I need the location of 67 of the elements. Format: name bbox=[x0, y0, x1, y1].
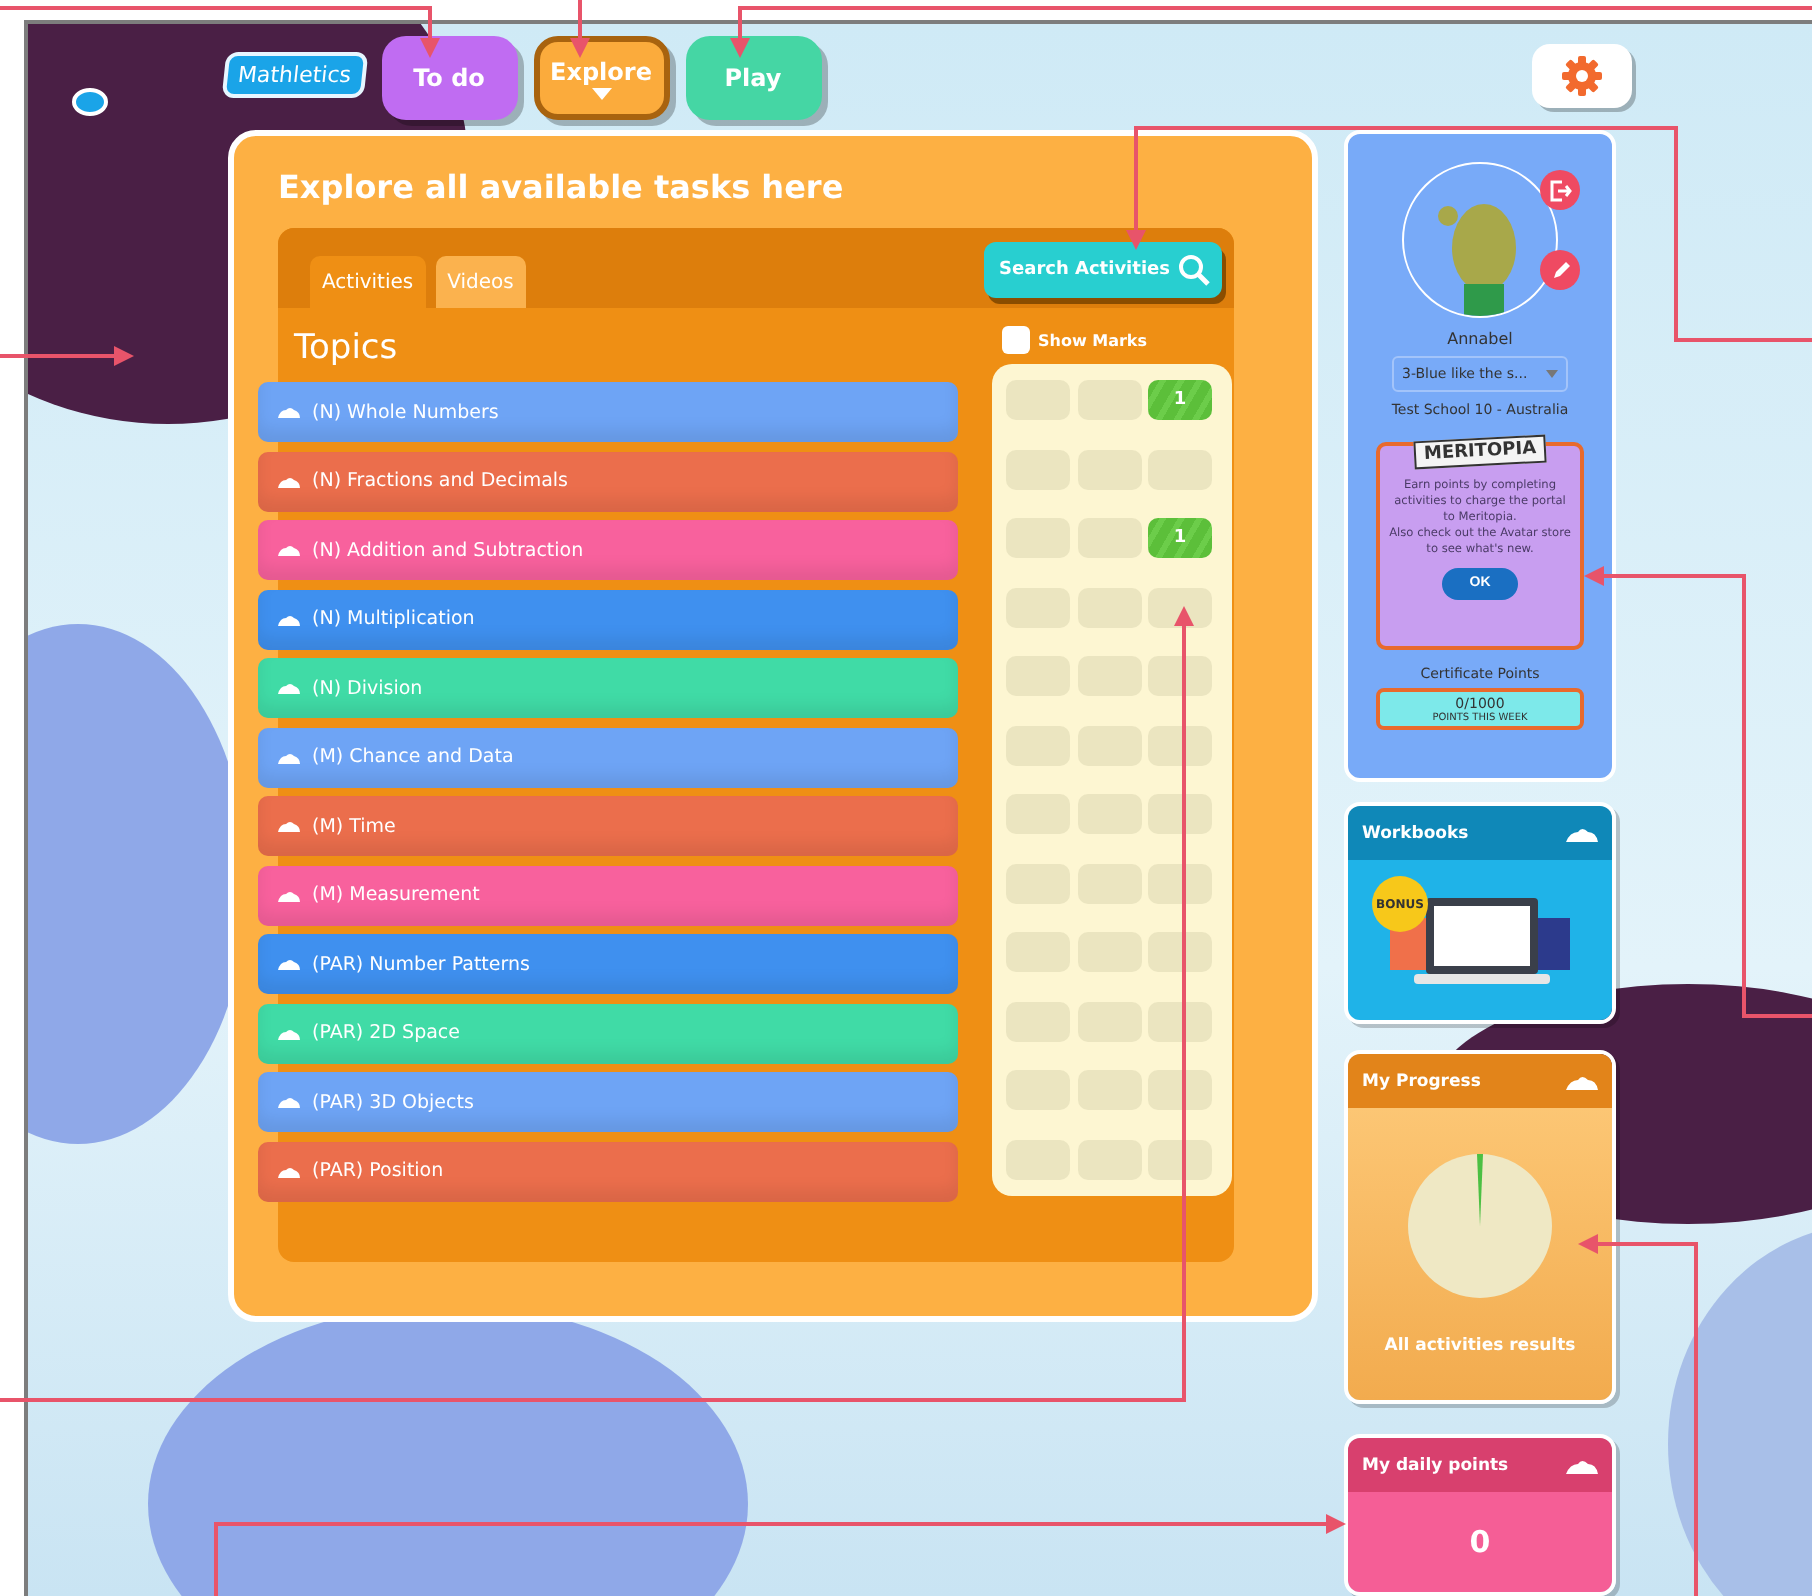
logout-button[interactable] bbox=[1540, 170, 1580, 210]
annotation-arrow bbox=[0, 346, 134, 366]
empty-mark[interactable] bbox=[1148, 932, 1212, 972]
cloud-icon bbox=[278, 1165, 300, 1177]
topic-row[interactable]: (N) Addition and Subtraction bbox=[258, 520, 958, 580]
widget-title: My Progress bbox=[1362, 1071, 1481, 1091]
collapse-icon[interactable] bbox=[1566, 1073, 1598, 1089]
nav-tab[interactable]: Play bbox=[685, 36, 821, 120]
topic-row[interactable]: (PAR) Number Patterns bbox=[258, 934, 958, 994]
completed-mark[interactable]: 1 bbox=[1148, 518, 1212, 558]
topic-row[interactable]: (PAR) 3D Objects bbox=[258, 1072, 958, 1132]
settings-button[interactable] bbox=[1532, 44, 1632, 108]
tab[interactable]: Videos bbox=[435, 256, 526, 308]
empty-mark[interactable] bbox=[1148, 794, 1212, 834]
cloud-icon bbox=[278, 1096, 300, 1108]
topic-row[interactable]: (N) Whole Numbers bbox=[258, 382, 958, 442]
cloud-icon bbox=[278, 820, 300, 832]
user-name: Annabel bbox=[1447, 330, 1513, 348]
nav-tab[interactable]: Explore bbox=[533, 36, 669, 120]
topics-heading: Topics bbox=[294, 328, 400, 368]
daily-points-value: 0 bbox=[1469, 1524, 1491, 1560]
search-activities-button[interactable]: Search Activities bbox=[983, 242, 1222, 298]
cloud-icon bbox=[278, 544, 300, 556]
logout-icon bbox=[1549, 179, 1571, 201]
tab[interactable]: Activities bbox=[310, 256, 426, 308]
cloud-icon bbox=[278, 958, 300, 970]
dropdown-icon bbox=[1546, 370, 1558, 378]
cloud-icon bbox=[278, 889, 300, 901]
caret-icon bbox=[591, 87, 611, 99]
checkbox-label: Show Marks bbox=[1038, 331, 1148, 349]
show-marks-checkbox[interactable] bbox=[1002, 326, 1030, 354]
empty-mark[interactable] bbox=[1148, 725, 1212, 765]
cloud-icon bbox=[278, 682, 300, 694]
topic-row[interactable]: (N) Division bbox=[258, 658, 958, 718]
mathletics-logo[interactable]: Mathletics bbox=[221, 52, 368, 98]
widget-title: Workbooks bbox=[1362, 823, 1469, 843]
empty-mark[interactable] bbox=[1148, 1070, 1212, 1110]
collapse-icon[interactable] bbox=[1566, 1457, 1598, 1473]
topic-row[interactable]: (N) Multiplication bbox=[258, 589, 958, 649]
cloud-icon bbox=[278, 406, 300, 418]
annotation-arrow bbox=[570, 0, 590, 58]
nav-tab[interactable]: To do bbox=[381, 36, 517, 120]
empty-mark[interactable] bbox=[1148, 863, 1212, 903]
search-icon bbox=[1178, 254, 1210, 286]
cloud-icon bbox=[278, 613, 300, 625]
empty-mark[interactable] bbox=[1148, 1001, 1212, 1041]
topic-row[interactable]: (PAR) Position bbox=[258, 1141, 958, 1201]
widget-title: My daily points bbox=[1362, 1455, 1509, 1475]
empty-mark[interactable] bbox=[1148, 587, 1212, 627]
topic-row[interactable]: (M) Measurement bbox=[258, 865, 958, 925]
cloud-icon bbox=[278, 1027, 300, 1039]
progress-caption: All activities results bbox=[1384, 1336, 1576, 1356]
cloud-icon bbox=[278, 751, 300, 763]
edit-button[interactable] bbox=[1540, 250, 1580, 290]
collapse-icon[interactable] bbox=[1566, 825, 1598, 841]
topic-row[interactable]: (N) Fractions and Decimals bbox=[258, 451, 958, 511]
pencil-icon bbox=[1549, 259, 1571, 281]
completed-mark[interactable]: 1 bbox=[1148, 380, 1212, 420]
card-title: Explore all available tasks here bbox=[278, 168, 846, 206]
settings-icon bbox=[1562, 56, 1602, 96]
topic-row[interactable]: (M) Time bbox=[258, 796, 958, 856]
empty-mark[interactable] bbox=[1148, 656, 1212, 696]
topic-row[interactable]: (PAR) 2D Space bbox=[258, 1003, 958, 1063]
meritopia-logo: MERITOPIA bbox=[1413, 434, 1547, 470]
topic-row[interactable]: (M) Chance and Data bbox=[258, 727, 958, 787]
empty-mark[interactable] bbox=[1148, 1139, 1212, 1179]
cloud-icon bbox=[278, 475, 300, 487]
